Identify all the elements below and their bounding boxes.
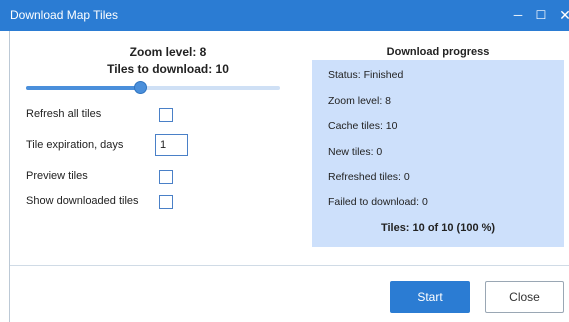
preview-tiles-checkbox[interactable] bbox=[159, 170, 173, 184]
tile-expiration-input[interactable]: 1 bbox=[155, 134, 188, 156]
cache-tiles-line: Cache tiles: 10 bbox=[328, 120, 398, 132]
new-tiles-line: New tiles: 0 bbox=[328, 146, 383, 158]
download-progress-panel: Status: Finished Zoom level: 8 Cache til… bbox=[312, 60, 564, 247]
status-line: Status: Finished bbox=[328, 69, 404, 81]
maximize-icon[interactable]: ☐ bbox=[531, 6, 551, 24]
window-title: Download Map Tiles bbox=[10, 8, 119, 22]
tiles-to-download-label: Tiles to download: 10 bbox=[107, 62, 229, 76]
footer-divider bbox=[10, 265, 569, 266]
refreshed-tiles-line: Refreshed tiles: 0 bbox=[328, 171, 410, 183]
refresh-all-tiles-checkbox[interactable] bbox=[159, 108, 173, 122]
tile-expiration-label: Tile expiration, days bbox=[26, 139, 124, 151]
download-progress-title: Download progress bbox=[386, 46, 490, 58]
zoom-slider-thumb[interactable] bbox=[134, 81, 147, 94]
zoom-level-line: Zoom level: 8 bbox=[328, 95, 392, 107]
minimize-icon[interactable]: ─ bbox=[508, 6, 528, 24]
start-button[interactable]: Start bbox=[390, 281, 470, 313]
zoom-level-label: Zoom level: 8 bbox=[129, 45, 207, 59]
title-bar: Download Map Tiles ─ ☐ ✕ bbox=[0, 0, 569, 31]
zoom-slider[interactable] bbox=[26, 80, 280, 96]
failed-to-download-line: Failed to download: 0 bbox=[328, 196, 428, 208]
preview-tiles-label: Preview tiles bbox=[26, 170, 88, 182]
close-button[interactable]: Close bbox=[485, 281, 564, 313]
close-icon[interactable]: ✕ bbox=[555, 6, 569, 24]
window-border bbox=[9, 31, 10, 322]
refresh-all-tiles-label: Refresh all tiles bbox=[26, 108, 102, 120]
show-downloaded-tiles-label: Show downloaded tiles bbox=[26, 195, 139, 207]
show-downloaded-tiles-checkbox[interactable] bbox=[159, 195, 173, 209]
tiles-total-line: Tiles: 10 of 10 (100 %) bbox=[380, 222, 496, 234]
zoom-slider-fill bbox=[26, 86, 140, 90]
